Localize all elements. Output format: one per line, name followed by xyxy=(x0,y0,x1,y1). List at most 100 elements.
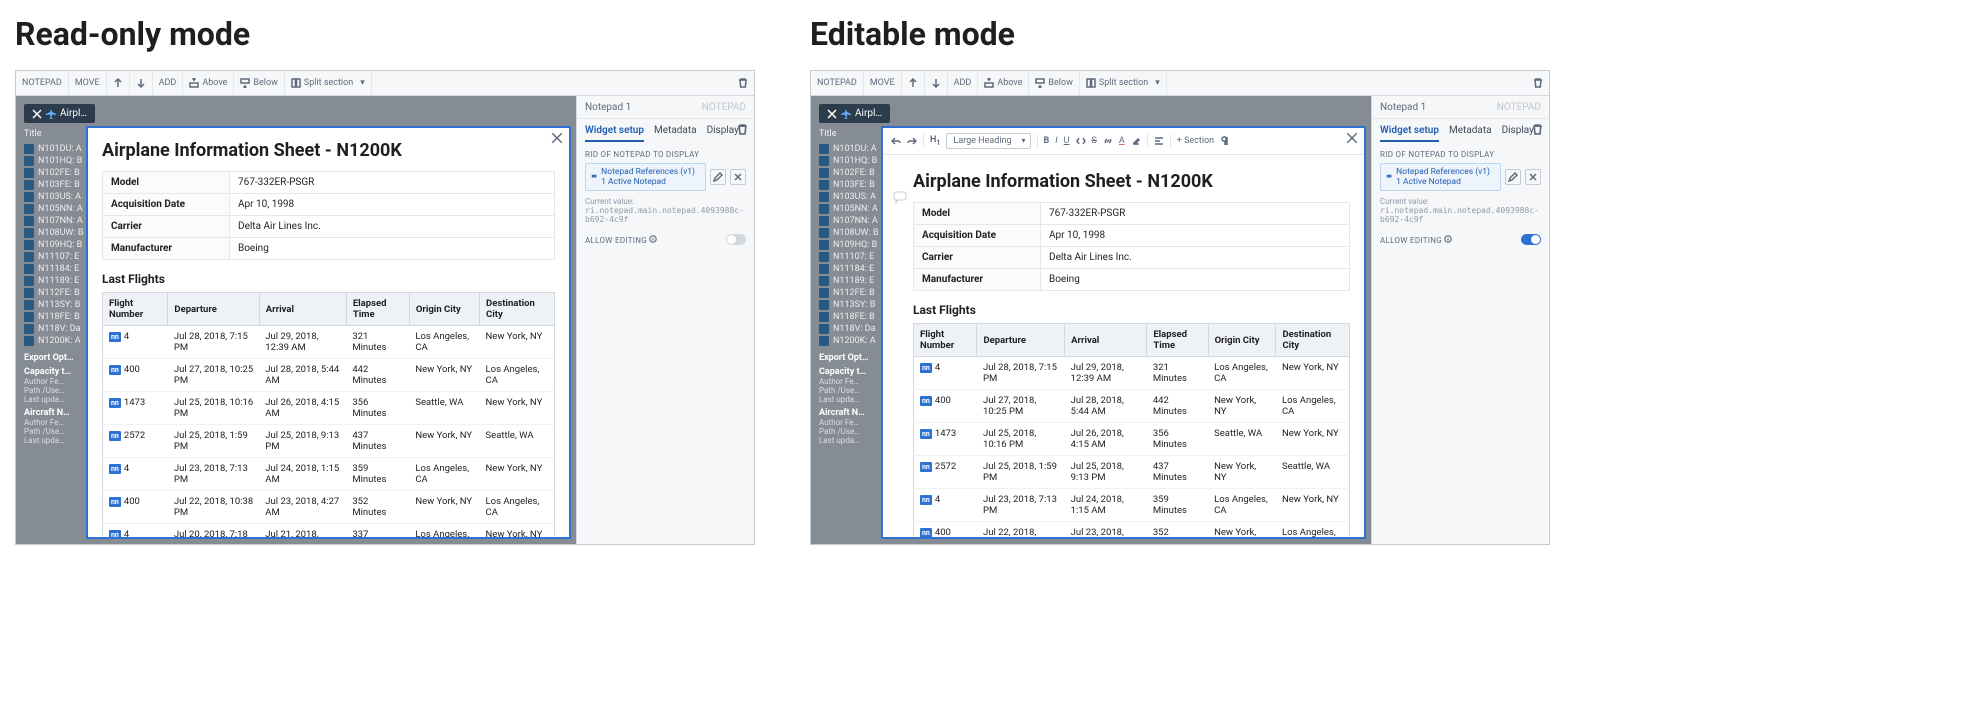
backdrop-tab: Airpl… xyxy=(819,104,890,123)
tb-add[interactable]: ADD xyxy=(948,71,979,95)
tb-split[interactable]: Split section▾ xyxy=(1080,71,1167,95)
code-icon[interactable] xyxy=(1076,136,1086,146)
pencil-icon xyxy=(1508,172,1518,182)
app-editable: NOTEPAD MOVE ADD Above Below Split secti… xyxy=(810,70,1550,545)
comment-icon[interactable] xyxy=(893,190,907,204)
allow-editing-toggle[interactable] xyxy=(1521,234,1541,245)
italic-button[interactable]: I xyxy=(1055,136,1057,146)
flights-heading[interactable]: Last Flights xyxy=(913,303,1350,317)
modal-body[interactable]: Airplane Information Sheet - N1200K Mode… xyxy=(883,155,1364,537)
tb-notepad[interactable]: NOTEPAD xyxy=(811,71,864,95)
table-row: nn1473Jul 25, 2018, 10:16 PMJul 26, 2018… xyxy=(914,423,1350,456)
canvas-area: Airpl… Title N101DU: AN101HQ: BN102FE: B… xyxy=(16,96,577,544)
rid-label: RID OF NOTEPAD TO DISPLAY xyxy=(1380,150,1541,159)
info-row: Model767-332ER-PSGR xyxy=(103,172,555,194)
modal-close-icon[interactable] xyxy=(551,132,563,144)
toolbar: NOTEPAD MOVE ADD Above Below Split secti… xyxy=(16,71,754,96)
tb-below[interactable]: Below xyxy=(234,71,284,95)
section-button[interactable]: + Section xyxy=(1177,136,1214,146)
tb-above-label: Above xyxy=(202,78,227,88)
side-muted-title: NOTEPAD xyxy=(1497,102,1541,113)
modal-close-icon[interactable] xyxy=(1346,132,1358,144)
tb-move[interactable]: MOVE xyxy=(69,71,107,95)
flights-col-header: Departure xyxy=(977,324,1065,357)
side-trash-icon[interactable] xyxy=(1532,124,1543,135)
strike-button[interactable]: S xyxy=(1092,136,1097,146)
current-value-label: Current value: xyxy=(585,197,634,206)
tb-move-up[interactable] xyxy=(902,71,925,95)
tb-move-down[interactable] xyxy=(130,71,153,95)
tb-above[interactable]: Above xyxy=(183,71,234,95)
tb-trash[interactable] xyxy=(1527,71,1549,95)
heading-select[interactable]: Large Heading xyxy=(946,133,1030,149)
side-title: Notepad 1 xyxy=(585,102,631,113)
rid-label: RID OF NOTEPAD TO DISPLAY xyxy=(585,150,746,159)
notepad-modal: H1 Large Heading B I U S A + Section xyxy=(881,126,1366,539)
info-table: Model767-332ER-PSGRAcquisition DateApr 1… xyxy=(102,171,555,260)
arrow-up-icon xyxy=(113,78,123,88)
trash-icon xyxy=(1533,78,1543,88)
undo-icon[interactable] xyxy=(891,136,901,146)
table-row: nn4Jul 28, 2018, 7:15 PMJul 29, 2018, 12… xyxy=(103,326,555,359)
allow-editing-toggle[interactable] xyxy=(726,234,746,245)
align-icon[interactable] xyxy=(1154,136,1164,146)
doc-title[interactable]: Airplane Information Sheet - N1200K xyxy=(913,171,1350,192)
tb-trash[interactable] xyxy=(732,71,754,95)
modal-body: Airplane Information Sheet - N1200K Mode… xyxy=(88,128,569,537)
rid-edit-button[interactable] xyxy=(710,169,726,185)
flights-table[interactable]: Flight NumberDepartureArrivalElapsed Tim… xyxy=(913,323,1350,537)
rid-clear-button[interactable] xyxy=(1525,169,1541,185)
tab-widget-setup[interactable]: Widget setup xyxy=(1380,125,1439,142)
tb-notepad[interactable]: NOTEPAD xyxy=(16,71,69,95)
tab-widget-setup[interactable]: Widget setup xyxy=(585,125,644,142)
side-trash-icon[interactable] xyxy=(737,124,748,135)
highlight-icon[interactable] xyxy=(1131,136,1141,146)
tb-move-up[interactable] xyxy=(107,71,130,95)
pilcrow-icon[interactable] xyxy=(1220,136,1230,146)
current-value: ri.notepad.main.notepad.4093988c-b692-4c… xyxy=(585,206,744,224)
underline-button[interactable]: U xyxy=(1064,136,1070,146)
airplane-icon xyxy=(46,109,56,119)
rid-edit-button[interactable] xyxy=(1505,169,1521,185)
table-row: nn4Jul 23, 2018, 7:13 PMJul 24, 2018, 1:… xyxy=(914,489,1350,522)
current-value-label: Current value: xyxy=(1380,197,1429,206)
tb-split[interactable]: Split section▾ xyxy=(285,71,372,95)
trash-icon xyxy=(738,78,748,88)
tb-below[interactable]: Below xyxy=(1029,71,1079,95)
tab-display[interactable]: Display xyxy=(707,125,739,142)
backdrop-tab: Airpl… xyxy=(24,104,95,123)
info-table[interactable]: Model767-332ER-PSGRAcquisition DateApr 1… xyxy=(913,202,1350,291)
text-color-button[interactable]: A xyxy=(1119,136,1125,146)
tab-display[interactable]: Display xyxy=(1502,125,1534,142)
table-row: nn1473Jul 25, 2018, 10:16 PMJul 26, 2018… xyxy=(103,392,555,425)
tab-metadata[interactable]: Metadata xyxy=(654,125,697,142)
side-panel: Notepad 1 NOTEPAD Widget setup Metadata … xyxy=(1372,96,1549,544)
side-muted-title: NOTEPAD xyxy=(702,102,746,113)
tb-split-label: Split section xyxy=(304,78,353,88)
backdrop-tab-label: Airpl… xyxy=(60,108,87,119)
info-row: CarrierDelta Air Lines Inc. xyxy=(103,216,555,238)
x-icon xyxy=(733,172,743,182)
rid-pill[interactable]: Notepad References (v1) 1 Active Notepad xyxy=(1380,163,1501,191)
tab-metadata[interactable]: Metadata xyxy=(1449,125,1492,142)
rid-pill[interactable]: Notepad References (v1) 1 Active Notepad xyxy=(585,163,706,191)
quote-icon xyxy=(591,172,597,182)
flights-col-header: Origin City xyxy=(409,293,479,326)
rid-clear-button[interactable] xyxy=(730,169,746,185)
doc-title: Airplane Information Sheet - N1200K xyxy=(102,140,555,161)
redo-icon[interactable] xyxy=(907,136,917,146)
info-row: CarrierDelta Air Lines Inc. xyxy=(914,247,1350,269)
rid-pill-label: Notepad References (v1) 1 Active Notepad xyxy=(1396,167,1495,187)
side-panel: Notepad 1 NOTEPAD Widget setup Metadata … xyxy=(577,96,754,544)
tb-above[interactable]: Above xyxy=(978,71,1029,95)
table-row: nn400Jul 22, 2018, 10:38 PMJul 23, 2018,… xyxy=(914,522,1350,538)
flights-col-header: Departure xyxy=(168,293,259,326)
flights-table: Flight NumberDepartureArrivalElapsed Tim… xyxy=(102,292,555,537)
tb-move[interactable]: MOVE xyxy=(864,71,902,95)
table-row: nn400Jul 22, 2018, 10:38 PMJul 23, 2018,… xyxy=(103,491,555,524)
link-icon[interactable] xyxy=(1103,136,1113,146)
bold-button[interactable]: B xyxy=(1044,136,1050,146)
tb-move-down[interactable] xyxy=(925,71,948,95)
tb-add[interactable]: ADD xyxy=(153,71,184,95)
allow-editing-label: ALLOW EDITING xyxy=(585,236,647,245)
